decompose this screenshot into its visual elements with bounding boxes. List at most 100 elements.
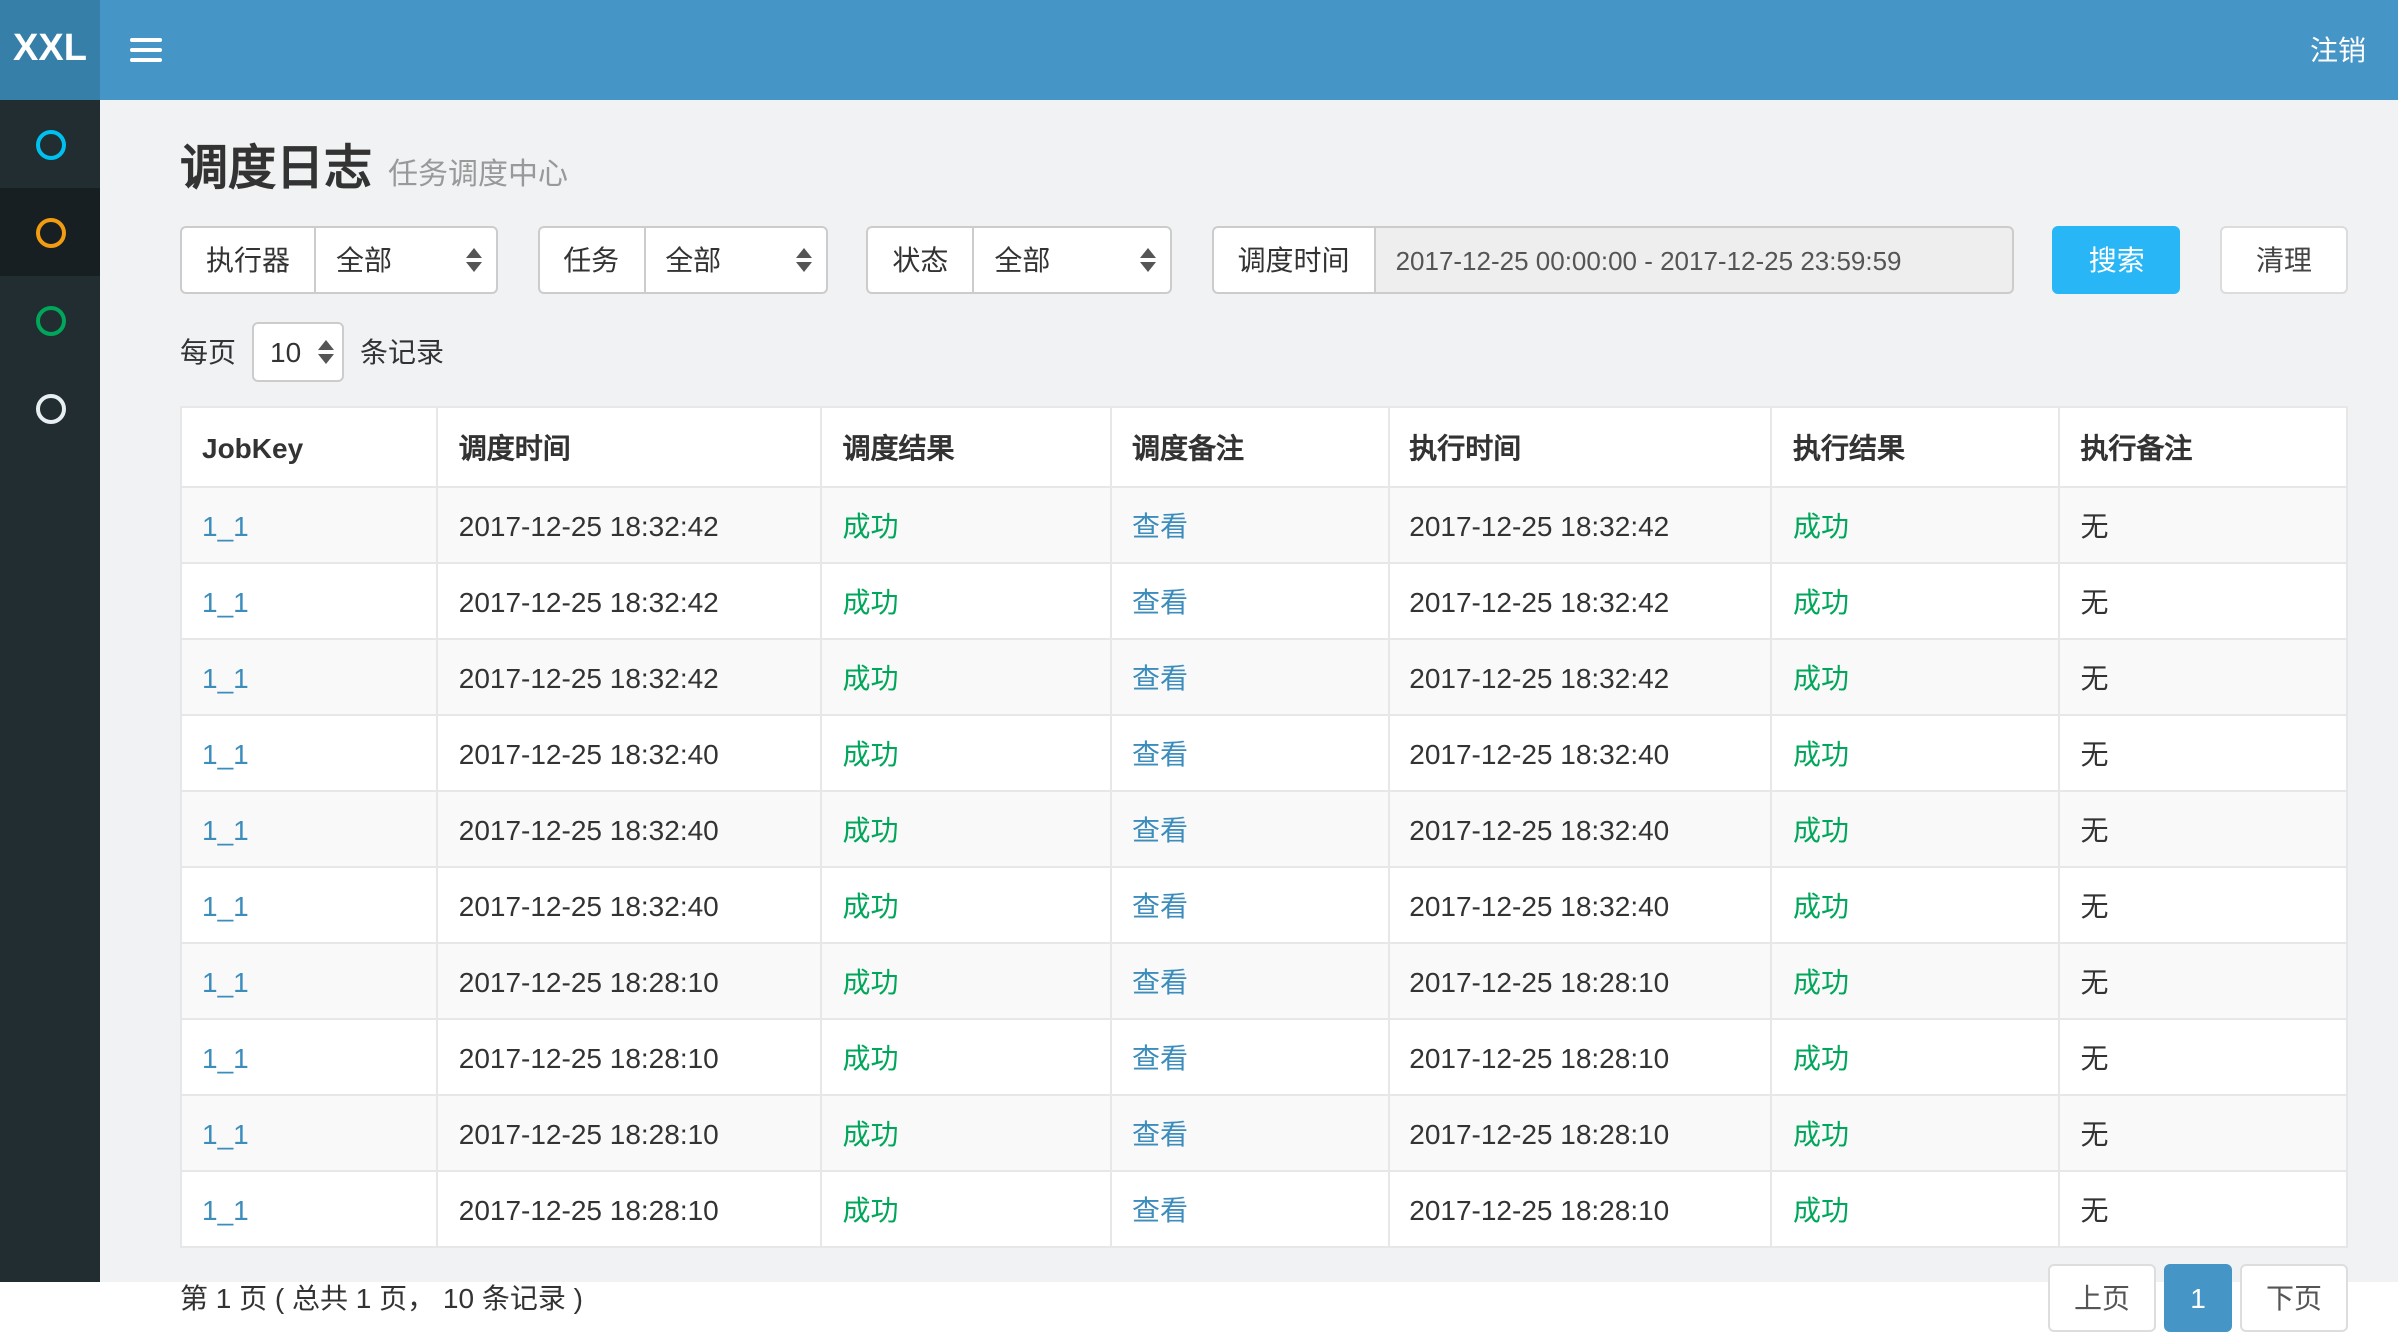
executor-select[interactable]: 全部 — [314, 226, 498, 294]
trigger-result-text: 成功 — [842, 1117, 898, 1149]
cell-handle-time: 2017-12-25 18:32:40 — [1388, 867, 1772, 943]
cell-handle-msg: 无 — [2059, 639, 2346, 715]
jobkey-link[interactable]: 1_1 — [202, 813, 249, 845]
sidebar-item-1[interactable] — [0, 100, 100, 188]
sidebar — [0, 100, 100, 1282]
column-header-7: 执行备注 — [2059, 407, 2346, 487]
jobkey-link[interactable]: 1_1 — [202, 889, 249, 921]
sidebar-item-3[interactable] — [0, 276, 100, 364]
search-button[interactable]: 搜索 — [2053, 226, 2181, 294]
status-select[interactable]: 全部 — [972, 226, 1172, 294]
logout-link[interactable]: 注销 — [2278, 0, 2398, 100]
cell-handle-msg: 无 — [2059, 1019, 2346, 1095]
sidebar-toggle-button[interactable] — [100, 0, 190, 100]
handle-result-text: 成功 — [1793, 585, 1849, 617]
trigger-time-filter-label: 调度时间 — [1212, 226, 1374, 294]
circle-outline-icon — [35, 217, 65, 247]
cell-trigger-time: 2017-12-25 18:28:10 — [438, 943, 822, 1019]
trigger-time-range-input[interactable] — [1374, 226, 2014, 294]
cell-handle-result: 成功 — [1772, 715, 2059, 791]
trigger-result-text: 成功 — [842, 661, 898, 693]
view-trigger-msg-link[interactable]: 查看 — [1132, 889, 1188, 921]
log-table-header-row: JobKey调度时间调度结果调度备注执行时间执行结果执行备注操作 — [181, 407, 2347, 487]
page-size-suffix: 条记录 — [360, 332, 444, 372]
job-select[interactable]: 全部 — [643, 226, 827, 294]
cell-handle-time: 2017-12-25 18:32:40 — [1388, 715, 1772, 791]
cell-handle-time: 2017-12-25 18:28:10 — [1388, 1095, 1772, 1171]
column-header-4: 调度备注 — [1111, 407, 1388, 487]
column-header-5: 执行时间 — [1388, 407, 1772, 487]
circle-outline-icon — [35, 305, 65, 335]
clear-button[interactable]: 清理 — [2220, 226, 2348, 294]
cell-jobkey: 1_1 — [181, 1095, 438, 1171]
cell-trigger-result: 成功 — [821, 867, 1111, 943]
table-row: 1_1 2017-12-25 18:28:10 成功 查看 2017-12-25… — [181, 1095, 2347, 1171]
pagination-prev-button[interactable]: 上页 — [2048, 1264, 2156, 1332]
trigger-result-text: 成功 — [842, 813, 898, 845]
table-row: 1_1 2017-12-25 18:32:42 成功 查看 2017-12-25… — [181, 639, 2347, 715]
view-trigger-msg-link[interactable]: 查看 — [1132, 509, 1188, 541]
table-footer: 第 1 页 ( 总共 1 页， 10 条记录 ) 上页 1 下页 — [180, 1264, 2348, 1332]
jobkey-link[interactable]: 1_1 — [202, 509, 249, 541]
cell-trigger-result: 成功 — [821, 943, 1111, 1019]
cell-trigger-result: 成功 — [821, 1019, 1111, 1095]
handle-result-text: 成功 — [1793, 1117, 1849, 1149]
cell-trigger-time: 2017-12-25 18:28:10 — [438, 1095, 822, 1171]
page-header: 调度日志 任务调度中心 — [180, 128, 2348, 198]
cell-trigger-result: 成功 — [821, 563, 1111, 639]
pagination-page-1-button[interactable]: 1 — [2164, 1264, 2232, 1332]
page-size-prefix: 每页 — [180, 332, 236, 372]
main-content: 调度日志 任务调度中心 执行器 全部 任务 全部 状态 — [100, 100, 2398, 1282]
table-row: 1_1 2017-12-25 18:28:10 成功 查看 2017-12-25… — [181, 1019, 2347, 1095]
jobkey-link[interactable]: 1_1 — [202, 737, 249, 769]
view-trigger-msg-link[interactable]: 查看 — [1132, 1193, 1188, 1225]
sidebar-item-2[interactable] — [0, 188, 100, 276]
select-spinner-icon — [795, 248, 811, 272]
table-row: 1_1 2017-12-25 18:32:42 成功 查看 2017-12-25… — [181, 487, 2347, 563]
jobkey-link[interactable]: 1_1 — [202, 1193, 249, 1225]
column-header-6: 执行结果 — [1772, 407, 2059, 487]
pagination: 上页 1 下页 — [2040, 1264, 2348, 1332]
jobkey-link[interactable]: 1_1 — [202, 585, 249, 617]
cell-trigger-msg: 查看 — [1111, 1171, 1388, 1247]
jobkey-link[interactable]: 1_1 — [202, 661, 249, 693]
trigger-result-text: 成功 — [842, 1041, 898, 1073]
jobkey-link[interactable]: 1_1 — [202, 1041, 249, 1073]
view-trigger-msg-link[interactable]: 查看 — [1132, 813, 1188, 845]
top-navbar: XXL 注销 — [0, 0, 2398, 100]
view-trigger-msg-link[interactable]: 查看 — [1132, 585, 1188, 617]
cell-handle-msg: 无 — [2059, 487, 2346, 563]
select-spinner-icon — [466, 248, 482, 272]
cell-trigger-msg: 查看 — [1111, 943, 1388, 1019]
pagination-next-button[interactable]: 下页 — [2240, 1264, 2348, 1332]
handle-result-text: 成功 — [1793, 889, 1849, 921]
cell-handle-time: 2017-12-25 18:32:40 — [1388, 791, 1772, 867]
job-select-value: 全部 — [665, 240, 721, 280]
cell-handle-result: 成功 — [1772, 639, 2059, 715]
page-size-select[interactable]: 10 — [252, 322, 344, 382]
jobkey-link[interactable]: 1_1 — [202, 965, 249, 997]
cell-jobkey: 1_1 — [181, 1019, 438, 1095]
circle-outline-icon — [35, 129, 65, 159]
cell-handle-result: 成功 — [1772, 1171, 2059, 1247]
trigger-time-filter-group: 调度时间 — [1212, 226, 2014, 294]
view-trigger-msg-link[interactable]: 查看 — [1132, 737, 1188, 769]
cell-jobkey: 1_1 — [181, 1171, 438, 1247]
logo[interactable]: XXL — [0, 0, 100, 100]
cell-trigger-time: 2017-12-25 18:32:40 — [438, 867, 822, 943]
jobkey-link[interactable]: 1_1 — [202, 1117, 249, 1149]
cell-trigger-msg: 查看 — [1111, 1095, 1388, 1171]
filter-row: 执行器 全部 任务 全部 状态 全部 — [180, 226, 2348, 294]
view-trigger-msg-link[interactable]: 查看 — [1132, 965, 1188, 997]
view-trigger-msg-link[interactable]: 查看 — [1132, 1041, 1188, 1073]
cell-trigger-result: 成功 — [821, 1095, 1111, 1171]
cell-handle-result: 成功 — [1772, 1019, 2059, 1095]
cell-jobkey: 1_1 — [181, 639, 438, 715]
cell-handle-result: 成功 — [1772, 563, 2059, 639]
sidebar-item-4[interactable] — [0, 364, 100, 452]
cell-jobkey: 1_1 — [181, 715, 438, 791]
view-trigger-msg-link[interactable]: 查看 — [1132, 661, 1188, 693]
log-table: JobKey调度时间调度结果调度备注执行时间执行结果执行备注操作 1_1 201… — [180, 406, 2348, 1248]
view-trigger-msg-link[interactable]: 查看 — [1132, 1117, 1188, 1149]
cell-handle-msg: 无 — [2059, 1171, 2346, 1247]
